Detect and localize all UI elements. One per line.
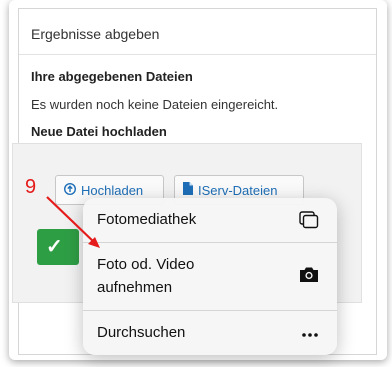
annotation-arrow-icon: [46, 196, 100, 248]
